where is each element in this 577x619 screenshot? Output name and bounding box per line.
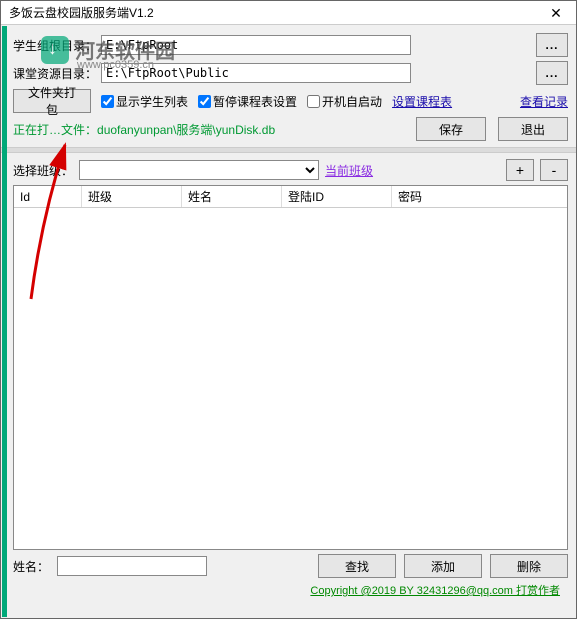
- view-log-link[interactable]: 查看记录: [520, 93, 568, 110]
- table-body: [14, 208, 567, 548]
- pack-folder-button[interactable]: 文件夹打包: [13, 89, 91, 113]
- window-title: 多饭云盘校园版服务端V1.2: [9, 4, 536, 21]
- col-password[interactable]: 密码: [392, 186, 542, 207]
- save-button[interactable]: 保存: [416, 117, 486, 141]
- browse-button-1[interactable]: ...: [536, 33, 568, 57]
- browse-button-2[interactable]: ...: [536, 61, 568, 85]
- pause-schedule-checkbox[interactable]: 暂停课程表设置: [198, 93, 297, 110]
- close-button[interactable]: ✕: [536, 1, 576, 25]
- col-id[interactable]: Id: [14, 186, 82, 207]
- student-table[interactable]: Id 班级 姓名 登陆ID 密码: [13, 185, 568, 550]
- set-schedule-link[interactable]: 设置课程表: [392, 93, 452, 110]
- current-class-link[interactable]: 当前班级: [325, 162, 373, 179]
- exit-button[interactable]: 退出: [498, 117, 568, 141]
- delete-button[interactable]: 删除: [490, 554, 568, 578]
- path1-label: 学生组根目录：: [13, 37, 97, 54]
- copyright-link[interactable]: Copyright @2019 BY 32431296@qq.com 打赏作者: [13, 582, 568, 598]
- name-input[interactable]: [57, 556, 207, 576]
- titlebar: 多饭云盘校园版服务端V1.2 ✕: [1, 1, 576, 25]
- resource-dir-input[interactable]: [101, 63, 411, 83]
- autostart-checkbox[interactable]: 开机自启动: [307, 93, 382, 110]
- status-file: duofanyunpan\服务端\yunDisk.db: [97, 121, 275, 138]
- class-select-label: 选择班级：: [13, 162, 73, 179]
- add-class-button[interactable]: +: [506, 159, 534, 181]
- show-student-checkbox[interactable]: 显示学生列表: [101, 93, 188, 110]
- col-loginid[interactable]: 登陆ID: [282, 186, 392, 207]
- separator: [1, 147, 576, 153]
- table-header: Id 班级 姓名 登陆ID 密码: [14, 186, 567, 208]
- name-label: 姓名：: [13, 558, 49, 575]
- remove-class-button[interactable]: -: [540, 159, 568, 181]
- class-select[interactable]: [79, 160, 319, 180]
- status-prefix: 正在打…文件：: [13, 121, 97, 138]
- col-class[interactable]: 班级: [82, 186, 182, 207]
- add-button[interactable]: 添加: [404, 554, 482, 578]
- accent-bar: [2, 26, 7, 617]
- student-root-input[interactable]: [101, 35, 411, 55]
- path2-label: 课堂资源目录：: [13, 65, 97, 82]
- col-name[interactable]: 姓名: [182, 186, 282, 207]
- search-button[interactable]: 查找: [318, 554, 396, 578]
